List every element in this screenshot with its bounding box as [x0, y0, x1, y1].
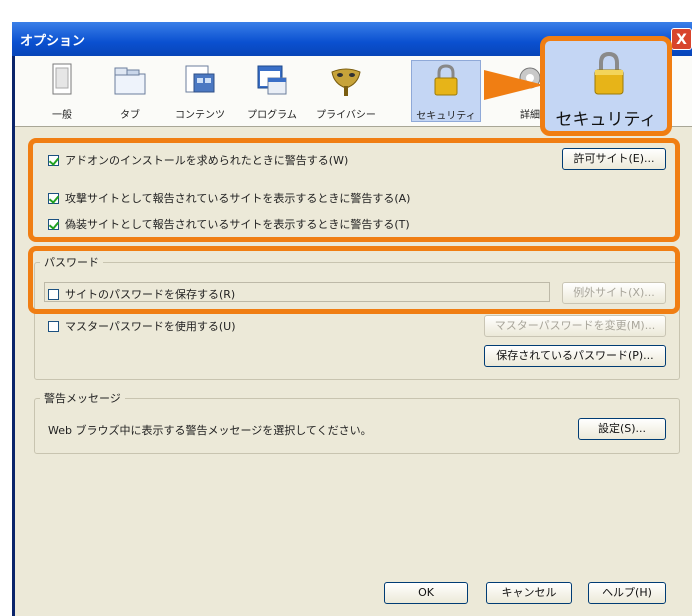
- warnings-description: Web ブラウズ中に表示する警告メッセージを選択してください。: [48, 424, 372, 437]
- tab-general-label: 一般: [52, 110, 72, 121]
- tab-general[interactable]: 一般: [27, 60, 97, 122]
- padlock-icon: [434, 64, 458, 96]
- window-icon: [52, 63, 72, 95]
- tabs-icon: [114, 67, 146, 95]
- padlock-icon: [594, 51, 624, 95]
- close-button[interactable]: X: [671, 28, 692, 50]
- programs-icon: [257, 65, 287, 95]
- tab-programs-label: プログラム: [247, 110, 297, 121]
- security-highlight-frame: [28, 138, 680, 242]
- warnings-settings-button[interactable]: 設定(S)...: [578, 418, 666, 440]
- tab-privacy-label: プライバシー: [316, 110, 376, 121]
- security-callout: セキュリティ: [540, 36, 672, 136]
- callout-label: セキュリティ: [555, 110, 657, 130]
- tab-content[interactable]: コンテンツ: [165, 60, 235, 122]
- help-button[interactable]: ヘルプ(H): [588, 582, 666, 604]
- master-password-checkbox[interactable]: [48, 320, 59, 332]
- tab-content-label: コンテンツ: [175, 110, 225, 121]
- tab-tabs-label: タブ: [120, 110, 140, 121]
- content-icon: [185, 65, 215, 93]
- saved-passwords-button[interactable]: 保存されているパスワード(P)...: [484, 345, 666, 367]
- tab-security-label: セキュリティ: [416, 111, 476, 122]
- tab-security[interactable]: セキュリティ: [411, 60, 481, 122]
- callout-arrow: [484, 70, 544, 100]
- tab-programs[interactable]: プログラム: [237, 60, 307, 122]
- privacy-mask-icon: [331, 68, 361, 96]
- warnings-legend: 警告メッセージ: [40, 390, 125, 406]
- ok-button[interactable]: OK: [384, 582, 468, 604]
- tab-privacy[interactable]: プライバシー: [311, 60, 381, 122]
- window-title: オプション: [20, 34, 86, 49]
- master-password-option[interactable]: マスターパスワードを使用する(U): [48, 318, 236, 334]
- password-highlight-frame: [28, 246, 680, 314]
- cancel-button[interactable]: キャンセル: [486, 582, 572, 604]
- change-master-password-button[interactable]: マスターパスワードを変更(M)...: [484, 315, 666, 337]
- master-password-label: マスターパスワードを使用する(U): [65, 320, 236, 333]
- tab-tabs[interactable]: タブ: [95, 60, 165, 122]
